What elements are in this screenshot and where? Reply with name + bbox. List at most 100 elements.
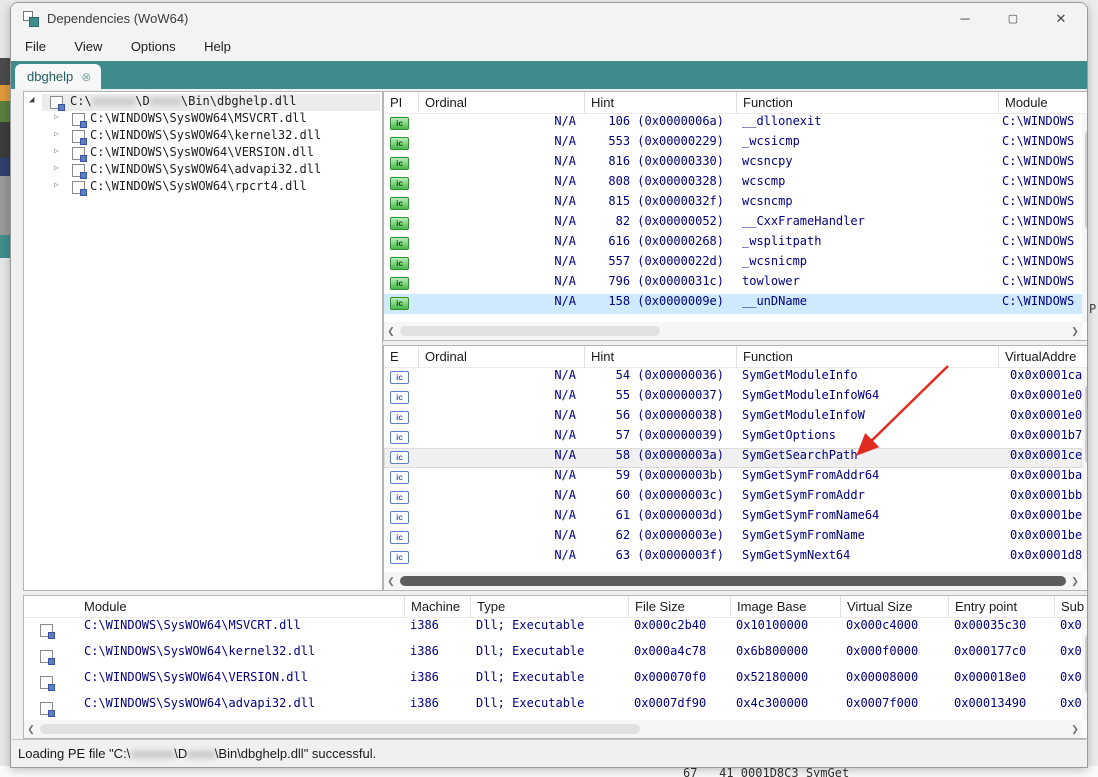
scroll-down-icon[interactable]: ⌄ (1082, 558, 1087, 572)
col-hint[interactable]: Hint (584, 346, 736, 368)
export-row[interactable]: ic N/A 56 (0x00000038) SymGetModuleInfoW 0x0… (384, 408, 1082, 428)
col-machine[interactable]: Machine (404, 596, 470, 618)
tree-collapsed-icon[interactable]: ▷ (54, 180, 59, 189)
import-ordinal: N/A (554, 274, 576, 288)
tree-collapsed-icon[interactable]: ▷ (54, 129, 59, 138)
import-row[interactable]: ic N/A 553 (0x00000229) _wcsicmp C:\WINDOWS (384, 134, 1082, 154)
col-module[interactable]: Module (998, 92, 1084, 114)
menu-help[interactable]: Help (194, 35, 241, 58)
minimize-button[interactable]: ─ (943, 3, 987, 35)
scroll-down-icon[interactable]: ⌄ (1082, 308, 1087, 322)
imports-horizontal-scrollbar[interactable]: ❮ ❯ (384, 322, 1082, 340)
menu-file[interactable]: File (15, 35, 56, 58)
import-module: C:\WINDOWS (1002, 134, 1075, 148)
export-row[interactable]: ic N/A 54 (0x00000036) SymGetModuleInfo 0x0x… (384, 368, 1082, 388)
maximize-button[interactable]: ▢ (991, 3, 1035, 35)
tree-row-root[interactable]: ◢ C:\xxxxxxx\Dxxxxx\Bin\dbghelp.dll (24, 94, 381, 111)
import-row[interactable]: ic N/A 82 (0x00000052) __CxxFrameHandler C:\… (384, 214, 1082, 234)
tree-row-msvcrt[interactable]: ▷ C:\WINDOWS\SysWOW64\MSVCRT.dll (24, 111, 381, 128)
col-e[interactable]: E (384, 346, 418, 368)
export-icon: ic (390, 471, 409, 484)
scroll-up-icon[interactable]: ⌃ (1082, 114, 1087, 128)
title-bar[interactable]: Dependencies (WoW64) ─ ▢ ✕ (11, 3, 1087, 35)
import-row[interactable]: ic N/A 808 (0x00000328) wcscmp C:\WINDOWS (384, 174, 1082, 194)
col-virtual-size[interactable]: Virtual Size (840, 596, 948, 618)
module-row[interactable]: C:\WINDOWS\SysWOW64\kernel32.dll i386 Dll;… (24, 644, 1082, 670)
module-file-size: 0x000a4c78 (634, 644, 707, 658)
col-function[interactable]: Function (736, 92, 998, 114)
tree-expanded-icon[interactable]: ◢ (29, 95, 34, 105)
export-row-selected[interactable]: ic N/A 58 (0x0000003a) SymGetSearchPath 0x0x… (384, 448, 1082, 468)
import-row[interactable]: ic N/A 616 (0x00000268) _wsplitpath C:\WINDO… (384, 234, 1082, 254)
modules-panel: Module Machine Type File Size Image Base… (23, 595, 1087, 739)
col-module[interactable]: Module (24, 596, 404, 618)
scroll-thumb[interactable] (1085, 130, 1087, 230)
col-file-size[interactable]: File Size (628, 596, 730, 618)
module-file-size: 0x000070f0 (634, 670, 707, 684)
status-text: Loading PE file "C:\xxxxxxxx\Dxxxxx\Bin\… (18, 746, 377, 761)
module-row[interactable]: C:\WINDOWS\SysWOW64\advapi32.dll i386 Dll;… (24, 696, 1082, 722)
module-row[interactable]: C:\WINDOWS\SysWOW64\VERSION.dll i386 Dll; … (24, 670, 1082, 696)
scroll-right-icon[interactable]: ❯ (1068, 322, 1082, 340)
scroll-left-icon[interactable]: ❮ (384, 322, 398, 340)
tree-row-kernel32[interactable]: ▷ C:\WINDOWS\SysWOW64\kernel32.dll (24, 128, 381, 145)
import-row[interactable]: ic N/A 106 (0x0000006a) __dllonexit C:\WINDO… (384, 114, 1082, 134)
export-row[interactable]: ic N/A 60 (0x0000003c) SymGetSymFromAddr 0x0… (384, 488, 1082, 508)
tree-row-advapi32[interactable]: ▷ C:\WINDOWS\SysWOW64\advapi32.dll (24, 162, 381, 179)
import-row[interactable]: ic N/A 796 (0x0000031c) towlower C:\WINDOWS (384, 274, 1082, 294)
close-button[interactable]: ✕ (1039, 3, 1083, 35)
exports-vertical-scrollbar[interactable]: ⌃ ⌄ (1082, 368, 1087, 572)
menu-options[interactable]: Options (121, 35, 186, 58)
col-hint[interactable]: Hint (584, 92, 736, 114)
col-subsystem[interactable]: Sub (1054, 596, 1084, 618)
tree-row-version[interactable]: ▷ C:\WINDOWS\SysWOW64\VERSION.dll (24, 145, 381, 162)
exports-horizontal-scrollbar[interactable]: ❮ ❯ (384, 572, 1082, 590)
col-image-base[interactable]: Image Base (730, 596, 840, 618)
import-row[interactable]: ic N/A 557 (0x0000022d) _wcsnicmp C:\WINDOWS (384, 254, 1082, 274)
export-row[interactable]: ic N/A 57 (0x00000039) SymGetOptions 0x0x000… (384, 428, 1082, 448)
modules-vertical-scrollbar[interactable]: ⌃ ⌄ (1082, 618, 1087, 720)
modules-horizontal-scrollbar[interactable]: ❮ ❯ (24, 720, 1082, 738)
scroll-thumb[interactable] (1085, 634, 1087, 694)
scroll-down-icon[interactable]: ⌄ (1082, 706, 1087, 720)
scroll-thumb[interactable] (400, 576, 1066, 586)
col-ordinal[interactable]: Ordinal (418, 92, 584, 114)
module-row[interactable]: C:\WINDOWS\SysWOW64\MSVCRT.dll i386 Dll; E… (24, 618, 1082, 644)
import-row-selected[interactable]: ic N/A 158 (0x0000009e) __unDName C:\WINDOWS (384, 294, 1082, 314)
export-row[interactable]: ic N/A 59 (0x0000003b) SymGetSymFromAddr64 0… (384, 468, 1082, 488)
col-ordinal[interactable]: Ordinal (418, 346, 584, 368)
col-pi[interactable]: PI (384, 92, 418, 114)
col-virtual-address[interactable]: VirtualAddre (998, 346, 1084, 368)
import-row[interactable]: ic N/A 815 (0x0000032f) wcsncmp C:\WINDOWS (384, 194, 1082, 214)
scroll-left-icon[interactable]: ❮ (384, 572, 398, 590)
tree-collapsed-icon[interactable]: ▷ (54, 112, 59, 121)
scroll-thumb[interactable] (400, 326, 660, 336)
tree-collapsed-icon[interactable]: ▷ (54, 163, 59, 172)
import-row[interactable]: ic N/A 816 (0x00000330) wcsncpy C:\WINDOWS (384, 154, 1082, 174)
col-function[interactable]: Function (736, 346, 998, 368)
scroll-right-icon[interactable]: ❯ (1068, 720, 1082, 738)
tab-close-icon[interactable]: ⊗ (81, 65, 91, 90)
scroll-left-icon[interactable]: ❮ (24, 720, 38, 738)
menu-view[interactable]: View (64, 35, 112, 58)
scroll-thumb[interactable] (1085, 384, 1087, 464)
export-row[interactable]: ic N/A 55 (0x00000037) SymGetModuleInfoW64 0… (384, 388, 1082, 408)
scroll-thumb[interactable] (40, 724, 640, 734)
col-entry-point[interactable]: Entry point (948, 596, 1054, 618)
export-row[interactable]: ic N/A 61 (0x0000003d) SymGetSymFromName64 0… (384, 508, 1082, 528)
export-row[interactable]: ic N/A 62 (0x0000003e) SymGetSymFromName 0x0… (384, 528, 1082, 548)
col-type[interactable]: Type (470, 596, 628, 618)
tab-dbghelp[interactable]: dbghelp ⊗ (15, 64, 101, 89)
scroll-up-icon[interactable]: ⌃ (1082, 368, 1087, 382)
imports-vertical-scrollbar[interactable]: ⌃ ⌄ (1082, 114, 1087, 322)
module-image-base: 0x52180000 (736, 670, 809, 684)
tree-row-rpcrt4[interactable]: ▷ C:\WINDOWS\SysWOW64\rpcrt4.dll (24, 179, 381, 196)
tree-collapsed-icon[interactable]: ▷ (54, 146, 59, 155)
import-icon: ic (390, 197, 409, 210)
scroll-up-icon[interactable]: ⌃ (1082, 618, 1087, 632)
bg-segment-green (0, 101, 10, 122)
export-virtual-address: 0x0x0001ca (1010, 368, 1083, 382)
export-row[interactable]: ic N/A 63 (0x0000003f) SymGetSymNext64 0x0x0… (384, 548, 1082, 568)
export-function: SymGetModuleInfoW (742, 408, 865, 422)
scroll-right-icon[interactable]: ❯ (1068, 572, 1082, 590)
